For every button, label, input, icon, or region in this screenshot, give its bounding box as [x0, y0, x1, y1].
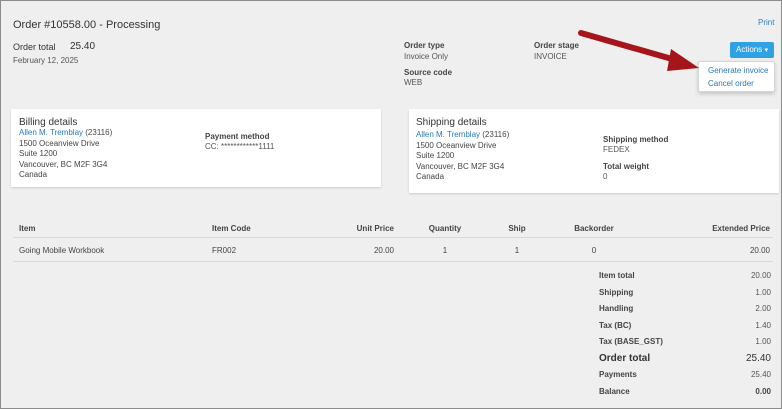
- item-unit-price: 20.00: [373, 246, 394, 255]
- totals-label: Shipping: [599, 287, 634, 297]
- totals-value: 2.00: [755, 304, 771, 313]
- order-type-label: Order type: [404, 41, 445, 50]
- chevron-down-icon: ▾: [764, 47, 768, 54]
- total-weight-value: 0: [603, 172, 608, 181]
- billing-address-line: 1500 Oceanview Drive: [19, 138, 100, 148]
- billing-address-line: Vancouver, BC M2F 3G4: [19, 159, 108, 169]
- billing-card: Billing details Allen M. Tremblay (23116…: [11, 109, 381, 187]
- annotation-arrow-icon: [578, 30, 699, 71]
- payment-method-label: Payment method: [205, 132, 270, 141]
- totals-label: Payments: [599, 370, 637, 379]
- billing-customer-link[interactable]: Allen M. Tremblay: [19, 128, 83, 137]
- table-row-divider: [13, 261, 773, 262]
- shipping-address-line: Suite 1200: [416, 151, 455, 160]
- total-weight-label: Total weight: [603, 162, 650, 171]
- billing-title: Billing details: [19, 117, 78, 128]
- shipping-address-line: Vancouver, BC M2F 3G4: [416, 161, 505, 171]
- billing-customer-id: (23116): [85, 128, 113, 137]
- totals-row: Item total 20.00: [599, 266, 771, 283]
- shipping-method-value: FEDEX: [603, 145, 630, 154]
- order-type-value: Invoice Only: [404, 52, 449, 61]
- col-header-backorder: Backorder: [574, 224, 614, 233]
- totals-label: Item total: [599, 271, 635, 280]
- totals-label: Tax (BC): [599, 320, 632, 330]
- col-header-extended-price: Extended Price: [712, 224, 770, 233]
- totals-value: 1.00: [755, 287, 771, 297]
- shipping-customer-link[interactable]: Allen M. Tremblay: [416, 130, 480, 139]
- shipping-method-label: Shipping method: [603, 135, 669, 144]
- totals-row: Shipping 1.00: [599, 283, 771, 300]
- col-header-item-code: Item Code: [212, 224, 251, 233]
- order-stage-value: INVOICE: [534, 52, 567, 61]
- page-title: Order #10558.00 - Processing: [13, 19, 161, 31]
- totals-value: 25.40: [750, 370, 771, 379]
- order-total-row: Order total 25.40: [599, 349, 771, 366]
- balance-row: Balance 0.00: [599, 382, 771, 399]
- col-header-unit-price: Unit Price: [356, 224, 394, 233]
- order-date: February 12, 2025: [13, 56, 79, 65]
- totals-label: Order total: [599, 352, 651, 364]
- totals-summary: Item total 20.00 Shipping 1.00 Handling …: [599, 266, 771, 398]
- col-header-ship: Ship: [508, 224, 526, 233]
- order-total-label: Order total: [13, 42, 56, 52]
- actions-button[interactable]: Actions ▾: [730, 42, 774, 58]
- item-backorder: 0: [591, 246, 597, 255]
- col-header-quantity: Quantity: [428, 224, 462, 233]
- item-quantity: 1: [442, 246, 448, 255]
- billing-address: Allen M. Tremblay (23116) 1500 Oceanview…: [19, 128, 112, 181]
- shipping-card: Shipping details Allen M. Tremblay (2311…: [409, 109, 779, 193]
- totals-value: 25.40: [745, 352, 771, 364]
- col-header-item: Item: [19, 224, 36, 233]
- totals-label: Handling: [599, 304, 634, 313]
- totals-value: 20.00: [750, 271, 771, 280]
- payment-method-value: CC: ************1111: [205, 142, 275, 151]
- shipping-address-line: 1500 Oceanview Drive: [416, 140, 497, 150]
- billing-address-line: Suite 1200: [19, 149, 58, 158]
- totals-row: Tax (BASE_GST) 1.00: [599, 332, 771, 349]
- shipping-address: Allen M. Tremblay (23116) 1500 Oceanview…: [416, 130, 509, 183]
- totals-label: Tax (BASE_GST): [599, 337, 663, 346]
- print-link[interactable]: Print: [758, 18, 774, 27]
- actions-button-label: Actions: [736, 45, 763, 54]
- order-total-value: 25.40: [70, 41, 96, 52]
- totals-value: 1.40: [755, 320, 771, 330]
- totals-label: Balance: [599, 386, 630, 396]
- totals-row: Handling 2.00: [599, 299, 771, 316]
- table-header-divider: [13, 237, 773, 238]
- totals-value: 0.00: [755, 386, 771, 396]
- billing-address-line: Canada: [19, 170, 48, 179]
- item-extended-price: 20.00: [749, 246, 770, 255]
- totals-row: Tax (BC) 1.40: [599, 316, 771, 333]
- totals-row: Payments 25.40: [599, 365, 771, 382]
- source-code-label: Source code: [404, 68, 453, 77]
- item-name-link[interactable]: Going Mobile Workbook: [19, 246, 104, 255]
- totals-value: 1.00: [755, 337, 771, 346]
- shipping-title: Shipping details: [416, 117, 487, 128]
- order-page: Order #10558.00 - Processing Print Order…: [0, 0, 782, 409]
- shipping-address-line: Canada: [416, 172, 445, 181]
- shipping-customer-id: (23116): [482, 130, 510, 139]
- source-code-value: WEB: [404, 78, 423, 87]
- item-code: FR002: [212, 246, 237, 255]
- item-ship: 1: [514, 246, 520, 255]
